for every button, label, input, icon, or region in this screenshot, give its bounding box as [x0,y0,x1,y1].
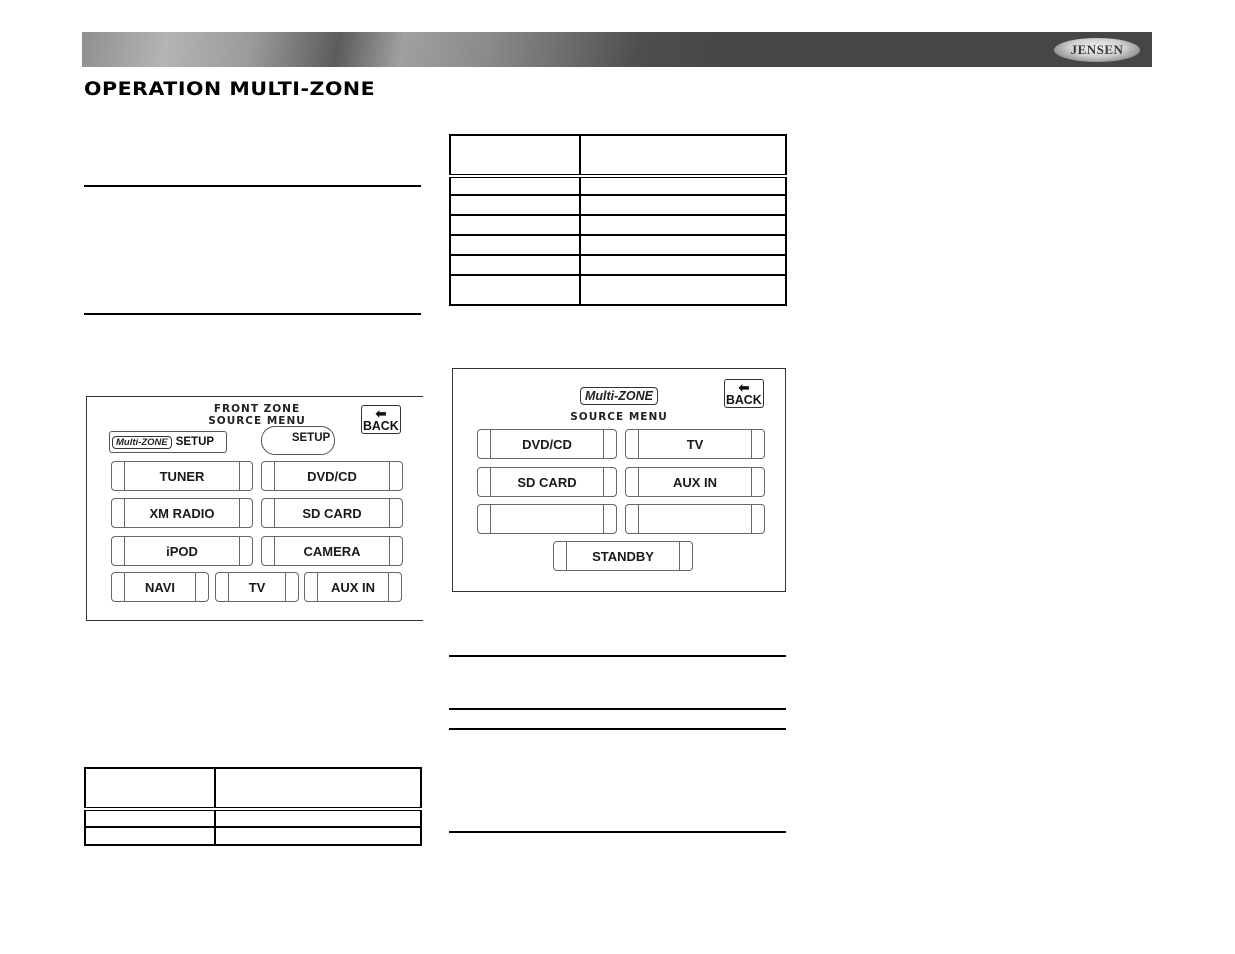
header-banner: JENSEN [82,32,1152,67]
jensen-logo: JENSEN [1054,38,1140,62]
source-button-sd-card[interactable]: SD CARD [261,498,403,528]
table-row [449,175,787,196]
back-button[interactable]: ⬅ BACK [724,379,764,408]
source-button-aux-in[interactable]: AUX IN [304,572,402,602]
front-zone-source-menu-screen: FRONT ZONE SOURCE MENU ⬅ BACK Multi-ZONE… [86,396,423,621]
table-row [449,274,787,306]
section-divider [449,831,786,833]
table-cell [214,808,422,828]
brand-logo-text: JENSEN [1070,42,1124,57]
source-button-camera[interactable]: CAMERA [261,536,403,566]
section-divider [449,728,786,730]
multizone-setup-button[interactable]: Multi-ZONE SETUP [109,431,227,453]
table-cell [84,808,216,828]
table-cell [449,134,581,178]
table-cell [449,194,581,216]
table-cell [84,826,216,846]
right-spec-table [449,134,787,306]
table-cell [579,134,787,178]
table-row [449,214,787,236]
source-button-aux-in[interactable]: AUX IN [625,467,765,497]
table-cell [214,767,422,811]
multizone-setup-label: SETUP [175,436,215,448]
table-cell [449,175,581,196]
table-row [449,234,787,256]
table-cell [84,767,216,811]
source-button-empty[interactable] [477,504,617,534]
table-header-row [84,767,422,811]
section-divider [449,708,786,710]
table-cell [579,234,787,256]
front-zone-title: FRONT ZONE SOURCE MENU [187,403,327,427]
table-row [84,808,422,828]
setup-label: SETUP [291,431,331,444]
back-label: BACK [363,418,399,433]
section-divider [449,655,786,657]
back-button[interactable]: ⬅ BACK [361,405,401,434]
multizone-badge: Multi-ZONE [579,387,659,405]
multizone-title: Multi-ZONE [549,387,689,405]
source-menu-title: SOURCE MENU [570,411,668,423]
source-button-empty[interactable] [625,504,765,534]
multizone-source-menu-screen: Multi-ZONE SOURCE MENU ⬅ BACK DVD/CD TV … [452,368,786,592]
source-button-tuner[interactable]: TUNER [111,461,253,491]
setup-button[interactable]: SETUP [261,426,335,455]
table-cell [579,194,787,216]
source-button-tv[interactable]: TV [625,429,765,459]
source-button-sd-card[interactable]: SD CARD [477,467,617,497]
source-button-xm-radio[interactable]: XM RADIO [111,498,253,528]
table-row [449,194,787,216]
section-divider [84,313,421,315]
source-button-ipod[interactable]: iPOD [111,536,253,566]
source-button-dvd-cd[interactable]: DVD/CD [477,429,617,459]
source-button-dvd-cd[interactable]: DVD/CD [261,461,403,491]
table-cell [214,826,422,846]
table-cell [579,274,787,306]
source-button-navi[interactable]: NAVI [111,572,209,602]
table-row [84,826,422,846]
page-title: OPERATION MULTI-ZONE [84,78,376,100]
standby-button[interactable]: STANDBY [553,541,693,571]
table-cell [449,254,581,276]
table-header-row [449,134,787,178]
source-button-tv[interactable]: TV [215,572,299,602]
table-cell [579,175,787,196]
table-cell [579,254,787,276]
multizone-badge: Multi-ZONE [112,435,172,449]
back-label: BACK [726,392,762,407]
table-cell [449,274,581,306]
table-cell [449,214,581,236]
menu-title-line1: FRONT ZONE [213,403,301,415]
section-divider [84,185,421,187]
table-cell [579,214,787,236]
left-spec-table [84,767,422,846]
table-cell [449,234,581,256]
table-row [449,254,787,276]
